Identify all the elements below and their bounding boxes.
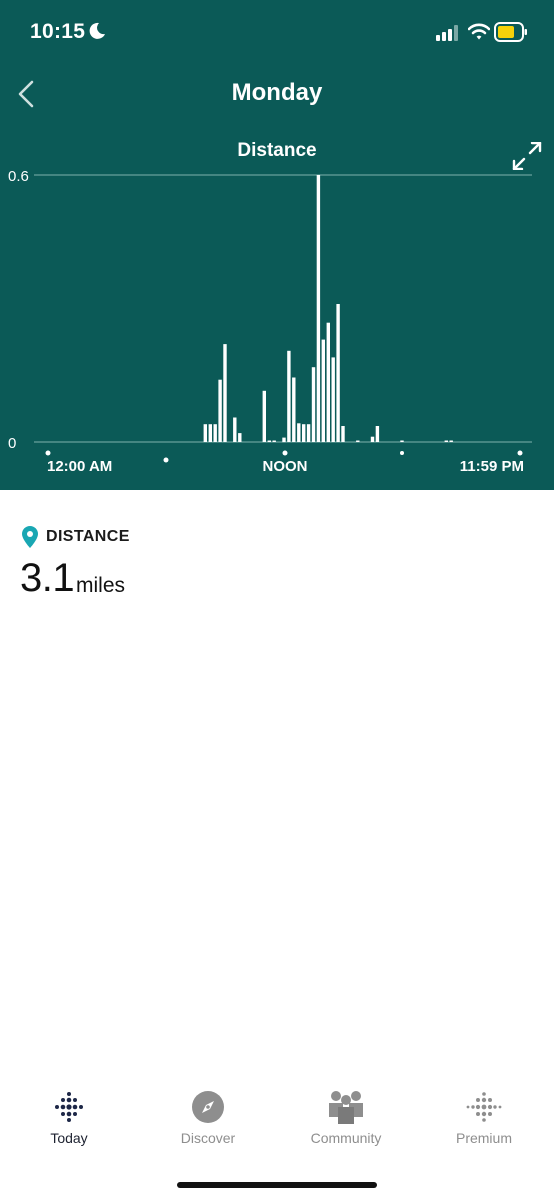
chart-bar [341, 426, 345, 442]
tab-discover[interactable]: Discover [148, 1090, 268, 1146]
chart-bar [311, 367, 316, 442]
x-tick-start: 12:00 AM [47, 458, 112, 475]
metric-header: DISTANCE [22, 526, 130, 548]
chart-bar [356, 440, 360, 442]
battery-icon [494, 22, 527, 42]
tab-label-today: Today [50, 1130, 88, 1146]
tab-today[interactable]: Today [9, 1090, 129, 1146]
chart-bar [321, 339, 325, 442]
metric-label: DISTANCE [46, 528, 130, 545]
home-indicator [177, 1182, 377, 1188]
x-dot [163, 457, 169, 463]
chart-bar [262, 390, 266, 442]
x-tick-end: 11:59 PM [460, 458, 524, 475]
chart-title: Distance [237, 140, 317, 161]
x-tick-noon: NOON [263, 458, 308, 475]
chart-bar [444, 440, 448, 442]
wifi-icon [468, 23, 490, 40]
compass-icon [192, 1091, 224, 1123]
x-dot [45, 450, 51, 456]
chart-bar [400, 440, 404, 442]
chart-bar [267, 440, 271, 442]
community-icon [329, 1091, 363, 1124]
metric-unit: miles [76, 574, 126, 597]
tab-community[interactable]: Community [286, 1090, 406, 1146]
chart-bar [336, 304, 340, 442]
chart-bar [375, 426, 380, 442]
chart-bar [203, 424, 207, 442]
fitbit-dots-icon [55, 1092, 83, 1122]
cellular-signal-icon [436, 25, 458, 41]
x-dot [282, 450, 288, 456]
chart-bar [297, 423, 301, 442]
distance-chart: 0.6 0 12:00 AM NOON 11:59 PM [8, 168, 532, 475]
header-section: 10:15 Monday Distance 0.6 0 12:00 AM NOO… [0, 0, 554, 490]
tab-bar: Today Discover Community Premium [0, 1090, 554, 1170]
chart-bar [272, 440, 276, 442]
chart-bar [331, 357, 335, 442]
chart-bar [306, 424, 311, 442]
x-dot [517, 450, 523, 456]
x-dot [400, 451, 404, 455]
premium-dots-icon [466, 1092, 502, 1122]
chart-bar [238, 433, 242, 442]
chart-bar [208, 424, 212, 442]
page-title: Monday [231, 79, 323, 106]
metric-value: 3.1 [20, 556, 75, 600]
chart-bar [287, 350, 291, 442]
y-tick-max: 0.6 [8, 168, 29, 185]
y-tick-zero: 0 [8, 435, 16, 452]
chart-bar [213, 424, 217, 442]
chart-bar [370, 436, 375, 442]
tab-label-discover: Discover [180, 1130, 236, 1146]
tab-premium[interactable]: Premium [424, 1090, 544, 1146]
chart-bar [218, 379, 222, 442]
chart-bar [316, 175, 321, 442]
location-pin-icon [22, 526, 38, 548]
chart-bar [292, 377, 296, 442]
chart-bar [282, 437, 286, 443]
moon-icon [89, 22, 105, 39]
chart-bar [326, 322, 330, 442]
chart-bar [223, 344, 227, 442]
chart-bar [233, 417, 237, 442]
tab-label-premium: Premium [455, 1130, 512, 1146]
status-time: 10:15 [30, 20, 86, 43]
chart-bar [302, 424, 306, 442]
tab-label-community: Community [310, 1130, 382, 1146]
chart-bar [449, 440, 453, 442]
